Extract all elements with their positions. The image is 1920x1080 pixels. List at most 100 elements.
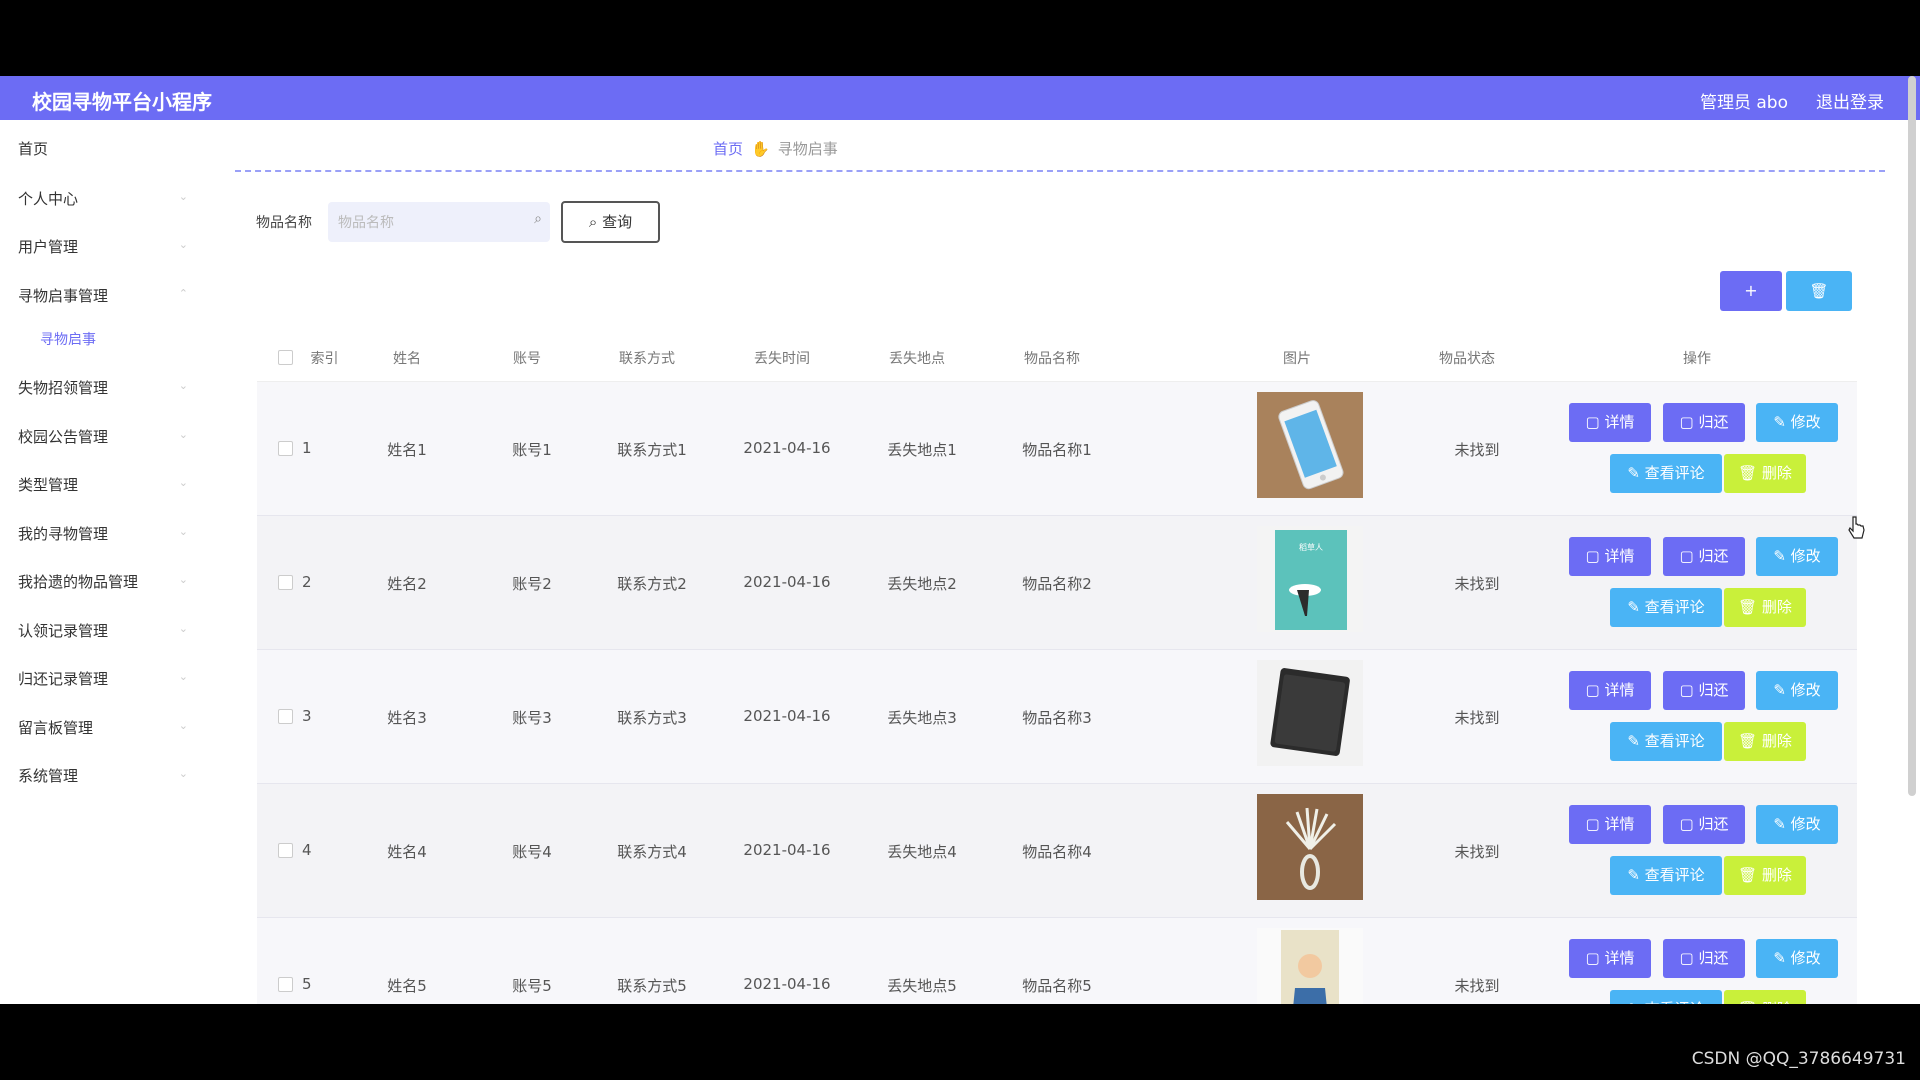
add-button[interactable]: +	[1720, 271, 1782, 311]
detail-button[interactable]: ▢ 详情	[1569, 403, 1651, 442]
row-checkbox[interactable]	[278, 441, 293, 456]
row-checkbox[interactable]	[278, 575, 293, 590]
svg-text:稻草人: 稻草人	[1299, 542, 1323, 552]
delete-button-label: 删除	[1761, 464, 1792, 482]
cell-contact: 联系方式3	[617, 709, 687, 727]
sidebar-item-returns[interactable]: 归还记录管理 ⌄	[18, 668, 188, 690]
return-button[interactable]: ▢ 归还	[1663, 939, 1745, 978]
return-button-label: 归还	[1698, 949, 1729, 967]
item-image	[1257, 392, 1363, 498]
cell-contact: 联系方式1	[617, 441, 687, 459]
cell-name: 姓名2	[387, 575, 427, 593]
return-button[interactable]: ▢ 归还	[1663, 805, 1745, 844]
delete-button[interactable]: 🗑 删除	[1724, 856, 1806, 895]
trash-icon: 🗑	[1738, 598, 1762, 616]
sidebar-item-label: 寻物启事	[40, 332, 96, 348]
search-icon: ⌕	[534, 211, 542, 227]
return-button[interactable]: ▢ 归还	[1663, 537, 1745, 576]
detail-button[interactable]: ▢ 详情	[1569, 537, 1651, 576]
sidebar-item-my-search[interactable]: 我的寻物管理 ⌄	[18, 523, 188, 545]
sidebar-item-label: 认领记录管理	[18, 622, 109, 640]
sidebar-item-announcements[interactable]: 校园公告管理 ⌄	[18, 426, 188, 448]
edit-button[interactable]: ✎ 修改	[1756, 403, 1838, 442]
scrollbar[interactable]	[1908, 76, 1916, 796]
detail-button[interactable]: ▢ 详情	[1569, 939, 1651, 978]
edit-button[interactable]: ✎ 修改	[1756, 939, 1838, 978]
cell-account: 账号1	[512, 441, 552, 459]
query-button[interactable]: ⌕ 查询	[561, 201, 660, 243]
edit-icon: ✎	[1627, 866, 1645, 884]
cell-name: 姓名1	[387, 441, 427, 459]
edit-button[interactable]: ✎ 修改	[1756, 805, 1838, 844]
item-image	[1257, 660, 1363, 766]
breadcrumb-home[interactable]: 首页	[713, 140, 743, 158]
column-header: 联系方式	[619, 351, 675, 367]
row-checkbox[interactable]	[278, 709, 293, 724]
detail-button-label: 详情	[1604, 547, 1635, 565]
view-comments-button[interactable]: ✎ 查看评论	[1610, 722, 1722, 761]
sidebar-item-system[interactable]: 系统管理 ⌄	[18, 765, 188, 787]
document-icon: ▢	[1585, 815, 1605, 833]
sidebar-item-label: 寻物启事管理	[18, 287, 109, 305]
view-comments-button[interactable]: ✎ 查看评论	[1610, 454, 1722, 493]
batch-delete-button[interactable]: 🗑	[1786, 271, 1852, 311]
view-comments-button[interactable]: ✎ 查看评论	[1610, 856, 1722, 895]
select-all-checkbox[interactable]	[278, 350, 293, 365]
divider	[235, 170, 1885, 172]
cell-lost-place: 丢失地点5	[887, 977, 957, 995]
edit-button[interactable]: ✎ 修改	[1756, 671, 1838, 710]
delete-button[interactable]: 🗑 删除	[1724, 990, 1806, 1004]
logout-link[interactable]: 退出登录	[1816, 88, 1884, 113]
view-comments-label: 查看评论	[1644, 866, 1705, 884]
search-label: 物品名称	[256, 215, 312, 231]
row-checkbox[interactable]	[278, 977, 293, 992]
sidebar-item-label: 我拾遗的物品管理	[18, 573, 139, 591]
cell-index: 2	[302, 573, 312, 591]
chevron-down-icon: ⌄	[178, 428, 188, 441]
search-input[interactable]	[338, 212, 508, 232]
sidebar-item-users[interactable]: 用户管理 ⌄	[18, 236, 188, 258]
detail-button[interactable]: ▢ 详情	[1569, 671, 1651, 710]
sidebar-item-label: 系统管理	[18, 767, 79, 785]
view-comments-button[interactable]: ✎ 查看评论	[1610, 588, 1722, 627]
mouse-cursor	[1848, 516, 1866, 542]
detail-button[interactable]: ▢ 详情	[1569, 805, 1651, 844]
sidebar-item-home[interactable]: 首页	[18, 138, 188, 160]
return-button-label: 归还	[1698, 547, 1729, 565]
cell-lost-place: 丢失地点3	[887, 709, 957, 727]
sidebar-item-claims[interactable]: 认领记录管理 ⌄	[18, 620, 188, 642]
return-button[interactable]: ▢ 归还	[1663, 671, 1745, 710]
column-header: 索引	[310, 351, 339, 367]
cell-lost-time: 2021-04-16	[743, 439, 831, 457]
delete-button[interactable]: 🗑 删除	[1724, 588, 1806, 627]
delete-button[interactable]: 🗑 删除	[1724, 454, 1806, 493]
row-checkbox[interactable]	[278, 843, 293, 858]
cell-item-name: 物品名称1	[1022, 441, 1092, 459]
sidebar-item-lost-notice-mgmt[interactable]: 寻物启事管理 ⌃	[18, 285, 188, 307]
return-button[interactable]: ▢ 归还	[1663, 403, 1745, 442]
delete-button[interactable]: 🗑 删除	[1724, 722, 1806, 761]
sidebar-item-label: 归还记录管理	[18, 670, 109, 688]
sidebar-item-profile[interactable]: 个人中心 ⌄	[18, 188, 188, 210]
detail-button-label: 详情	[1604, 815, 1635, 833]
delete-button-label: 删除	[1761, 866, 1792, 884]
edit-button-label: 修改	[1790, 681, 1821, 699]
cell-lost-place: 丢失地点4	[887, 843, 957, 861]
cell-index: 3	[302, 707, 312, 725]
cell-contact: 联系方式2	[617, 575, 687, 593]
sidebar-item-messages[interactable]: 留言板管理 ⌄	[18, 717, 188, 739]
sidebar-item-found-mgmt[interactable]: 失物招领管理 ⌄	[18, 377, 188, 399]
sidebar-item-my-picked[interactable]: 我拾遗的物品管理 ⌄	[18, 571, 188, 593]
sidebar-item-types[interactable]: 类型管理 ⌄	[18, 474, 188, 496]
edit-button-label: 修改	[1790, 815, 1821, 833]
view-comments-button[interactable]: ✎ 查看评论	[1610, 990, 1722, 1004]
return-button-label: 归还	[1698, 681, 1729, 699]
detail-button-label: 详情	[1604, 949, 1635, 967]
delete-button-label: 删除	[1762, 1000, 1792, 1004]
edit-button-label: 修改	[1790, 413, 1821, 431]
edit-button[interactable]: ✎ 修改	[1756, 537, 1838, 576]
sidebar-item-lost-notice[interactable]: 寻物启事	[40, 329, 210, 351]
item-image: 稻草人	[1257, 526, 1363, 632]
edit-button-label: 修改	[1790, 949, 1821, 967]
edit-icon: ✎	[1773, 413, 1791, 431]
